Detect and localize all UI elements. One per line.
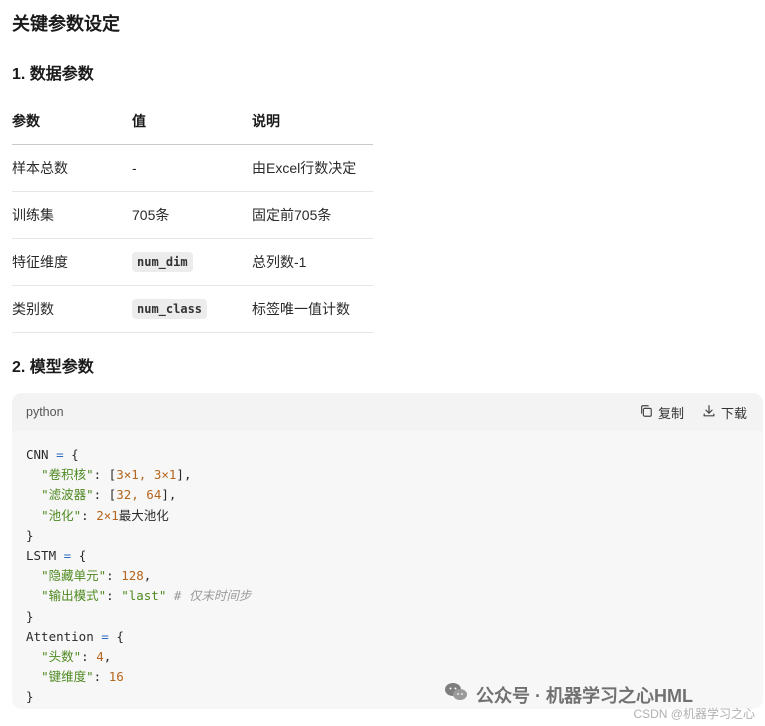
column-header: 参数 — [12, 98, 132, 145]
desc-cell: 固定前705条 — [252, 191, 373, 239]
code-value-text: 最大池化 — [118, 507, 169, 523]
value-cell: 705条 — [132, 191, 252, 239]
desc-cell: 总列数-1 — [252, 238, 373, 286]
code-block: python 复制 下载 CNN = {"卷积核": [3×1, 3×1], … — [12, 393, 763, 709]
param-cell: 样本总数 — [12, 144, 132, 192]
code-block-header: python 复制 下载 — [12, 393, 763, 431]
inline-code: num_dim — [132, 252, 193, 272]
table-header-row: 参数 值 说明 — [12, 98, 373, 145]
param-cell: 特征维度 — [12, 238, 132, 286]
code-value: 128 — [121, 568, 144, 584]
page-title: 关键参数设定 — [12, 14, 120, 34]
code-value: 16 — [108, 669, 124, 685]
table-row: 特征维度 num_dim 总列数-1 — [12, 238, 373, 286]
watermark: 公众号 · 机器学习之心HML — [444, 681, 693, 708]
code-comment: # 仅末时间步 — [173, 588, 252, 604]
desc-cell: 标签唯一值计数 — [252, 285, 373, 333]
column-header: 说明 — [252, 98, 373, 145]
code-value: 2×1 — [96, 507, 119, 523]
inline-code: num_class — [132, 299, 208, 319]
watermark-text: 公众号 · 机器学习之心HML — [476, 685, 693, 706]
code-identifier: Attention — [26, 628, 94, 644]
value-cell: num_dim — [132, 238, 252, 286]
code-key: "键维度" — [41, 669, 94, 685]
table-row: 样本总数 - 由Excel行数决定 — [12, 144, 373, 192]
code-content: CNN = { "卷积核": [3×1, 3×1], "滤波器": [32, 6… — [26, 447, 252, 705]
copy-label: 复制 — [657, 406, 684, 421]
code-value: "last" — [121, 588, 167, 604]
code-value: 3×1, 3×1 — [116, 467, 177, 483]
section-title-data-params: 1. 数据参数 — [12, 66, 94, 83]
download-label: 下载 — [720, 406, 747, 421]
wechat-icon — [444, 681, 468, 708]
code-identifier: CNN — [26, 447, 49, 462]
desc-cell: 由Excel行数决定 — [252, 144, 373, 192]
code-key: "隐藏单元" — [41, 568, 107, 584]
code-value: 32, 64 — [116, 487, 162, 503]
csdn-credit: CSDN @机器学习之心 — [633, 707, 755, 721]
table-row: 训练集 705条 固定前705条 — [12, 191, 373, 239]
download-button[interactable]: 下载 — [702, 403, 747, 422]
code-key: "滤波器" — [41, 487, 94, 503]
table-row: 类别数 num_class 标签唯一值计数 — [12, 285, 373, 333]
copy-icon — [639, 404, 653, 421]
code-actions: 复制 下载 — [639, 403, 747, 422]
value-cell: num_class — [132, 285, 252, 333]
value-cell: - — [132, 144, 252, 192]
download-icon — [702, 404, 716, 421]
column-header: 值 — [132, 98, 252, 145]
code-value: 4 — [96, 649, 104, 665]
code-key: "卷积核" — [41, 467, 94, 483]
param-cell: 训练集 — [12, 191, 132, 239]
document-page: 关键参数设定 1. 数据参数 参数 值 说明 样本总数 - 由Excel行数决定… — [0, 0, 765, 726]
code-key: "输出模式" — [41, 588, 107, 604]
section-title-model-params: 2. 模型参数 — [12, 359, 94, 376]
code-key: "头数" — [41, 649, 82, 665]
data-params-table: 参数 值 说明 样本总数 - 由Excel行数决定 训练集 705条 固定前70… — [12, 98, 373, 333]
code-identifier: LSTM — [26, 548, 57, 564]
param-cell: 类别数 — [12, 285, 132, 333]
code-key: "池化" — [41, 507, 82, 523]
copy-button[interactable]: 复制 — [639, 403, 684, 422]
code-language-label: python — [26, 405, 64, 419]
